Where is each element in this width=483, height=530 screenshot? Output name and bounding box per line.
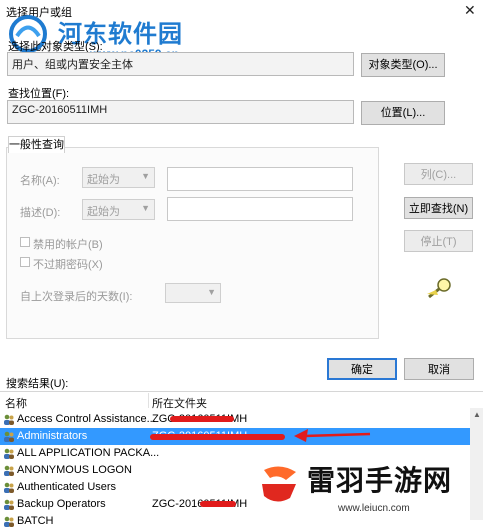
redaction-mark	[170, 416, 234, 422]
close-icon[interactable]: ✕	[464, 2, 476, 19]
columns-button[interactable]: 列(C)...	[404, 163, 473, 185]
scroll-up-icon[interactable]: ▲	[473, 410, 481, 419]
user-group-icon	[4, 482, 14, 493]
user-group-icon	[4, 516, 14, 527]
find-now-button[interactable]: 立即查找(N)	[404, 197, 473, 219]
name-mode-value: 起始为	[87, 174, 120, 186]
results-scrollbar[interactable]	[470, 408, 483, 520]
user-group-icon	[4, 465, 14, 476]
search-magnifier-icon	[427, 278, 451, 299]
description-mode-select[interactable]: 起始为 ▼	[82, 199, 155, 220]
row-name: Access Control Assistance...	[17, 413, 156, 425]
redaction-mark	[200, 501, 236, 507]
cancel-button[interactable]: 取消	[404, 358, 474, 380]
ok-button[interactable]: 确定	[327, 358, 397, 380]
disabled-accounts-label: 禁用的帐户(B)	[33, 239, 103, 251]
leiyu-site-name: 雷羽手游网	[307, 464, 453, 497]
chevron-down-icon: ▼	[141, 171, 150, 181]
table-row[interactable]: Access Control Assistance... ZGC-2016051…	[0, 411, 470, 428]
chevron-down-icon: ▼	[141, 203, 150, 213]
user-group-icon	[4, 499, 14, 510]
description-mode-value: 起始为	[87, 206, 120, 218]
row-name: BATCH	[17, 515, 54, 527]
location-label: 查找位置(F):	[8, 88, 70, 100]
days-since-logon-label: 自上次登录后的天数(I):	[20, 291, 133, 303]
redaction-mark	[150, 434, 285, 440]
user-group-icon	[4, 448, 14, 459]
table-row[interactable]: BATCH	[0, 513, 470, 530]
search-results-label: 搜索结果(U):	[6, 378, 69, 390]
row-name: Authenticated Users	[17, 481, 117, 493]
column-header-folder[interactable]: 所在文件夹	[152, 395, 207, 411]
leiyu-url: www.leiucn.com	[338, 503, 410, 514]
location-field: ZGC-20160511IMH	[7, 100, 354, 124]
days-since-logon-select[interactable]: ▼	[165, 283, 221, 303]
leiyu-logo-icon	[262, 466, 296, 502]
tab-general-query[interactable]: 一般性查询	[8, 136, 65, 153]
user-group-icon	[4, 414, 14, 425]
object-types-button[interactable]: 对象类型(O)...	[361, 53, 445, 77]
user-group-icon	[4, 431, 14, 442]
row-name: ANONYMOUS LOGON	[17, 464, 132, 476]
disabled-accounts-checkbox[interactable]	[20, 237, 30, 247]
non-expiring-password-checkbox[interactable]	[20, 257, 30, 267]
description-label: 描述(D):	[20, 207, 61, 219]
column-divider[interactable]	[148, 393, 149, 408]
name-mode-select[interactable]: 起始为 ▼	[82, 167, 155, 188]
name-input[interactable]	[167, 167, 353, 191]
column-header-name[interactable]: 名称	[5, 395, 27, 411]
locations-button[interactable]: 位置(L)...	[361, 101, 445, 125]
row-name: Backup Operators	[17, 498, 106, 510]
name-label: 名称(A):	[20, 175, 60, 187]
chevron-down-icon: ▼	[207, 287, 216, 297]
non-expiring-password-label: 不过期密码(X)	[33, 259, 103, 271]
row-name: Administrators	[17, 430, 88, 442]
stop-button[interactable]: 停止(T)	[404, 230, 473, 252]
row-name: ALL APPLICATION PACKA...	[17, 447, 160, 459]
description-input[interactable]	[167, 197, 353, 221]
annotation-arrow-icon	[294, 429, 371, 442]
object-type-field: 用户、组或内置安全主体	[7, 52, 354, 76]
